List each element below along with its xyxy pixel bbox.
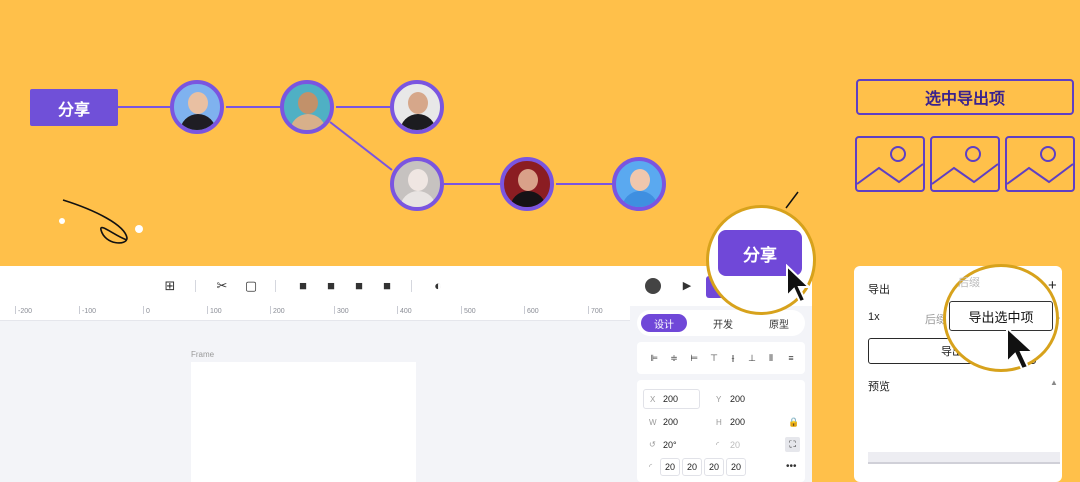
tab-prototype[interactable]: 原型: [756, 314, 802, 332]
avatar: [390, 80, 444, 134]
rotation-icon: ↺: [649, 440, 656, 449]
avatar: [612, 157, 666, 211]
image-placeholder-icon: [1005, 136, 1075, 192]
ruler-label: 300: [337, 308, 349, 315]
ruler-tick: [588, 306, 589, 314]
avatar: [500, 157, 554, 211]
ruler-tick: [207, 306, 208, 314]
h-value[interactable]: 200: [730, 417, 745, 427]
preview-label: 预览: [868, 381, 890, 393]
ruler-label: -200: [18, 308, 33, 315]
ruler-label: 700: [591, 308, 603, 315]
corner-radius-field[interactable]: 20: [660, 458, 680, 476]
ruler-label: 100: [210, 308, 222, 315]
y-label: Y: [716, 395, 722, 404]
x-label: X: [650, 395, 656, 404]
avatar: [170, 80, 224, 134]
expand-corners-icon[interactable]: ⛶: [785, 437, 800, 452]
export-scale[interactable]: 1x: [868, 311, 880, 323]
preview-area: [868, 452, 1060, 464]
scissors-icon[interactable]: ✂: [215, 279, 229, 293]
layer-front-icon[interactable]: ■: [296, 279, 310, 293]
corner-radius-field[interactable]: 20: [704, 458, 724, 476]
avatar: [390, 157, 444, 211]
grid-icon[interactable]: ⊞: [163, 279, 177, 293]
frame-label: Frame: [191, 350, 215, 359]
layer-back-icon[interactable]: ■: [380, 279, 394, 293]
align-center-v-icon[interactable]: ⫲: [728, 353, 738, 364]
tab-develop[interactable]: 开发: [700, 314, 746, 332]
w-value[interactable]: 200: [663, 417, 678, 427]
canvas-frame[interactable]: [191, 362, 416, 482]
export-selected-button[interactable]: 选中导出项: [856, 79, 1074, 115]
callout-line: [785, 191, 799, 209]
layer-forward-icon[interactable]: ■: [324, 279, 338, 293]
h-label: H: [716, 418, 722, 427]
align-right-icon[interactable]: ⊨: [689, 353, 699, 364]
ruler-tick: [461, 306, 462, 314]
ruler-label: 600: [527, 308, 539, 315]
x-value[interactable]: 200: [663, 394, 678, 404]
export-title: 导出: [868, 284, 890, 296]
ruler-tick: [79, 306, 80, 314]
avatar: [280, 80, 334, 134]
ruler-label: 0: [146, 308, 150, 315]
layer-backward-icon[interactable]: ■: [352, 279, 366, 293]
ruler-label: 500: [464, 308, 476, 315]
ruler-tick: [15, 306, 16, 314]
collapse-icon[interactable]: ▲: [1050, 378, 1058, 387]
distribute-h-icon[interactable]: ⫴: [766, 353, 776, 364]
ruler-tick: [143, 306, 144, 314]
crop-frame-icon[interactable]: ▢: [244, 279, 258, 293]
corner-radius-field[interactable]: 20: [682, 458, 702, 476]
toolbar-divider: [411, 280, 412, 292]
ruler-tick: [397, 306, 398, 314]
more-options-icon[interactable]: •••: [786, 461, 797, 472]
ruler-label: 400: [400, 308, 412, 315]
align-toolbar: [637, 342, 805, 374]
image-placeholder-icon: [930, 136, 1000, 192]
distribute-v-icon[interactable]: ≡: [786, 353, 796, 363]
cursor-icon: [786, 264, 812, 304]
align-left-icon[interactable]: ⊫: [649, 353, 659, 364]
corner-radius-field[interactable]: 20: [726, 458, 746, 476]
rotation-value[interactable]: 20°: [663, 440, 677, 450]
ruler-tick: [334, 306, 335, 314]
play-icon[interactable]: ▶: [680, 279, 694, 293]
ruler-label: -100: [82, 308, 97, 315]
w-label: W: [649, 418, 657, 427]
contrast-icon[interactable]: ◐: [431, 279, 445, 293]
ruler-tick: [270, 306, 271, 314]
align-bottom-icon[interactable]: ⊥: [747, 353, 757, 364]
ruler-label: 200: [273, 308, 285, 315]
align-top-icon[interactable]: ⊤: [709, 353, 719, 364]
toolbar-divider: [195, 280, 196, 292]
suffix-header: 后缀: [958, 277, 980, 289]
user-avatar-icon[interactable]: [645, 278, 661, 294]
radius-icon: ◜: [716, 440, 720, 449]
cursor-icon: [1006, 326, 1036, 371]
y-value[interactable]: 200: [730, 394, 745, 404]
share-tag[interactable]: 分享: [30, 89, 118, 126]
ruler-tick: [524, 306, 525, 314]
align-center-h-icon[interactable]: ≑: [669, 353, 679, 364]
radius-value[interactable]: 20: [730, 440, 740, 450]
toolbar-divider: [275, 280, 276, 292]
image-placeholder-icon: [855, 136, 925, 192]
lock-icon[interactable]: 🔒: [788, 417, 799, 428]
corner-radius-icon: ◜: [649, 462, 653, 471]
tab-design[interactable]: 设计: [641, 314, 687, 332]
